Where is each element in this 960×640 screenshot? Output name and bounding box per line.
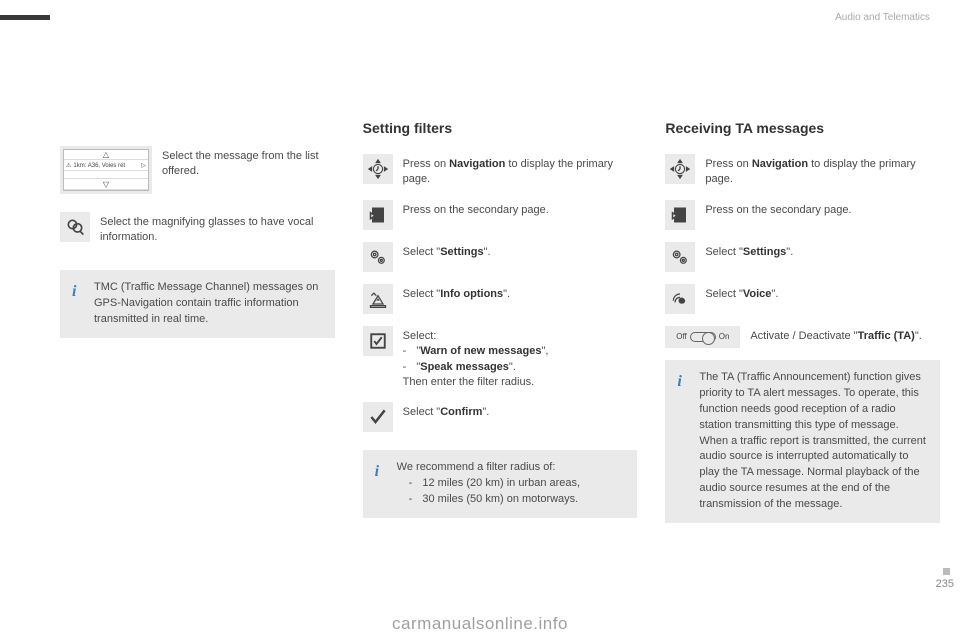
magnify-text: Select the magnifying glasses to have vo… bbox=[100, 212, 335, 246]
row-settings: Select "Settings". bbox=[363, 242, 638, 272]
secondary-page-icon bbox=[665, 200, 695, 230]
receiving-ta-heading: Receiving TA messages bbox=[665, 120, 940, 136]
settings-gears-icon bbox=[363, 242, 393, 272]
section-header: Audio and Telematics bbox=[835, 12, 930, 23]
ta-info-box: i The TA (Traffic Announcement) function… bbox=[665, 360, 940, 523]
tmc-info-box: i TMC (Traffic Message Channel) messages… bbox=[60, 270, 335, 338]
row-nav-primary-ta: Press on Navigation to display the prima… bbox=[665, 154, 940, 188]
info-icon: i bbox=[375, 460, 387, 508]
page-content: △ ⚠1km: A36, Voies rét▷ ▽ Select the mes… bbox=[0, 0, 960, 543]
select-options-text: Select: "Warn of new messages", "Speak m… bbox=[403, 326, 638, 391]
nav-primary-text: Press on Navigation to display the prima… bbox=[403, 154, 638, 188]
row-magnify: Select the magnifying glasses to have vo… bbox=[60, 212, 335, 246]
info-icon: i bbox=[677, 370, 689, 513]
column-middle: Setting filters Press on Navigation to d… bbox=[363, 120, 638, 523]
on-off-toggle-icon: Off On bbox=[665, 326, 740, 348]
settings-text: Select "Settings". bbox=[403, 242, 638, 260]
secondary-page-icon bbox=[363, 200, 393, 230]
page-marker-dot bbox=[943, 568, 950, 575]
nav-primary-ta-text: Press on Navigation to display the prima… bbox=[705, 154, 940, 188]
row-secondary-page-ta: Press on the secondary page. bbox=[665, 200, 940, 230]
info-icon: i bbox=[72, 280, 84, 328]
message-list-icon: △ ⚠1km: A36, Voies rét▷ ▽ bbox=[60, 146, 152, 194]
secondary-page-ta-text: Press on the secondary page. bbox=[705, 200, 940, 218]
tmc-info-text: TMC (Traffic Message Channel) messages o… bbox=[94, 280, 323, 328]
row-traffic-toggle: Off On Activate / Deactivate "Traffic (T… bbox=[665, 326, 940, 348]
settings-gears-icon bbox=[665, 242, 695, 272]
navigation-dpad-icon bbox=[665, 154, 695, 184]
voice-icon bbox=[665, 284, 695, 314]
page-number: 235 bbox=[936, 578, 954, 590]
header-accent-bar bbox=[0, 15, 50, 20]
column-left: △ ⚠1km: A36, Voies rét▷ ▽ Select the mes… bbox=[60, 120, 335, 523]
row-select-message: △ ⚠1km: A36, Voies rét▷ ▽ Select the mes… bbox=[60, 146, 335, 194]
ta-info-text: The TA (Traffic Announcement) function g… bbox=[699, 370, 928, 513]
row-settings-ta: Select "Settings". bbox=[665, 242, 940, 272]
row-voice: Select "Voice". bbox=[665, 284, 940, 314]
magnify-icon bbox=[60, 212, 90, 242]
setting-filters-heading: Setting filters bbox=[363, 120, 638, 136]
select-message-text: Select the message from the list offered… bbox=[162, 146, 335, 180]
row-nav-primary: Press on Navigation to display the prima… bbox=[363, 154, 638, 188]
checkbox-icon bbox=[363, 326, 393, 356]
row-info-options: Select "Info options". bbox=[363, 284, 638, 314]
info-options-icon bbox=[363, 284, 393, 314]
navigation-dpad-icon bbox=[363, 154, 393, 184]
traffic-toggle-text: Activate / Deactivate "Traffic (TA)". bbox=[750, 326, 940, 344]
row-secondary-page: Press on the secondary page. bbox=[363, 200, 638, 230]
info-options-text: Select "Info options". bbox=[403, 284, 638, 302]
secondary-page-text: Press on the secondary page. bbox=[403, 200, 638, 218]
row-confirm: Select "Confirm". bbox=[363, 402, 638, 432]
filter-radius-text: We recommend a filter radius of: 12 mile… bbox=[397, 460, 580, 508]
column-right: Receiving TA messages Press on Navigatio… bbox=[665, 120, 940, 523]
row-select-options: Select: "Warn of new messages", "Speak m… bbox=[363, 326, 638, 391]
filter-radius-info-box: i We recommend a filter radius of: 12 mi… bbox=[363, 450, 638, 518]
confirm-text: Select "Confirm". bbox=[403, 402, 638, 420]
settings-ta-text: Select "Settings". bbox=[705, 242, 940, 260]
watermark: carmanualsonline.info bbox=[392, 614, 568, 634]
voice-text: Select "Voice". bbox=[705, 284, 940, 302]
confirm-check-icon bbox=[363, 402, 393, 432]
